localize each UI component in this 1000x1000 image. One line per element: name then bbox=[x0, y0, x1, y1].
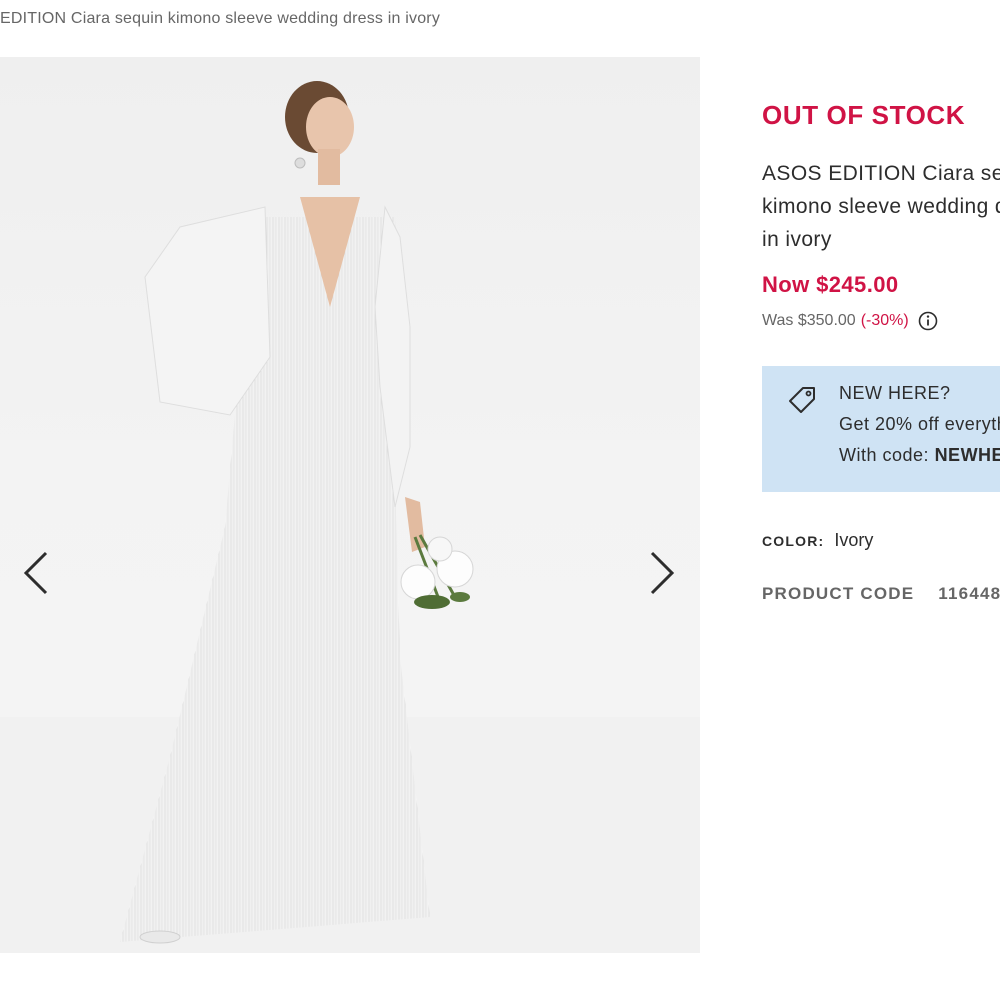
color-label: COLOR: bbox=[762, 533, 825, 549]
color-value: Ivory bbox=[834, 530, 874, 550]
product-image bbox=[0, 81, 700, 953]
breadcrumb: EDITION Ciara sequin kimono sleeve weddi… bbox=[0, 10, 441, 27]
was-price: Was $350.00 bbox=[762, 312, 856, 329]
product-code-row: PRODUCT CODE 116448 bbox=[762, 584, 1000, 604]
info-icon[interactable] bbox=[918, 311, 938, 331]
stock-status: OUT OF STOCK bbox=[762, 100, 966, 130]
color-row: COLOR: Ivory bbox=[762, 530, 873, 551]
product-title: ASOS EDITION Ciara sequin kimono sleeve … bbox=[762, 162, 1000, 251]
product-info-panel: OUT OF STOCK ASOS EDITION Ciara sequin k… bbox=[762, 0, 1000, 1000]
chevron-left-icon bbox=[23, 551, 48, 595]
current-price: Now $245.00 bbox=[762, 272, 899, 297]
promo-code-prefix: With code: bbox=[839, 445, 930, 465]
promo-code-line: With code: NEWHERE bbox=[839, 445, 1000, 466]
tag-icon bbox=[788, 386, 816, 419]
promo-code: NEWHERE bbox=[934, 445, 1000, 465]
product-image-gallery[interactable] bbox=[0, 57, 700, 953]
discount-badge: (-30%) bbox=[860, 312, 909, 329]
promo-heading: NEW HERE? bbox=[839, 383, 951, 403]
chevron-right-icon bbox=[650, 551, 675, 595]
next-image-button[interactable] bbox=[644, 547, 680, 599]
previous-image-button[interactable] bbox=[18, 547, 54, 599]
product-code-value: 116448 bbox=[938, 584, 1000, 603]
new-customer-promo: NEW HERE? Get 20% off everything With co… bbox=[762, 366, 1000, 492]
promo-text: Get 20% off everything bbox=[839, 414, 1000, 434]
previous-price-row: Was $350.00 (-30%) bbox=[762, 311, 938, 331]
product-code-label: PRODUCT CODE bbox=[762, 584, 915, 603]
